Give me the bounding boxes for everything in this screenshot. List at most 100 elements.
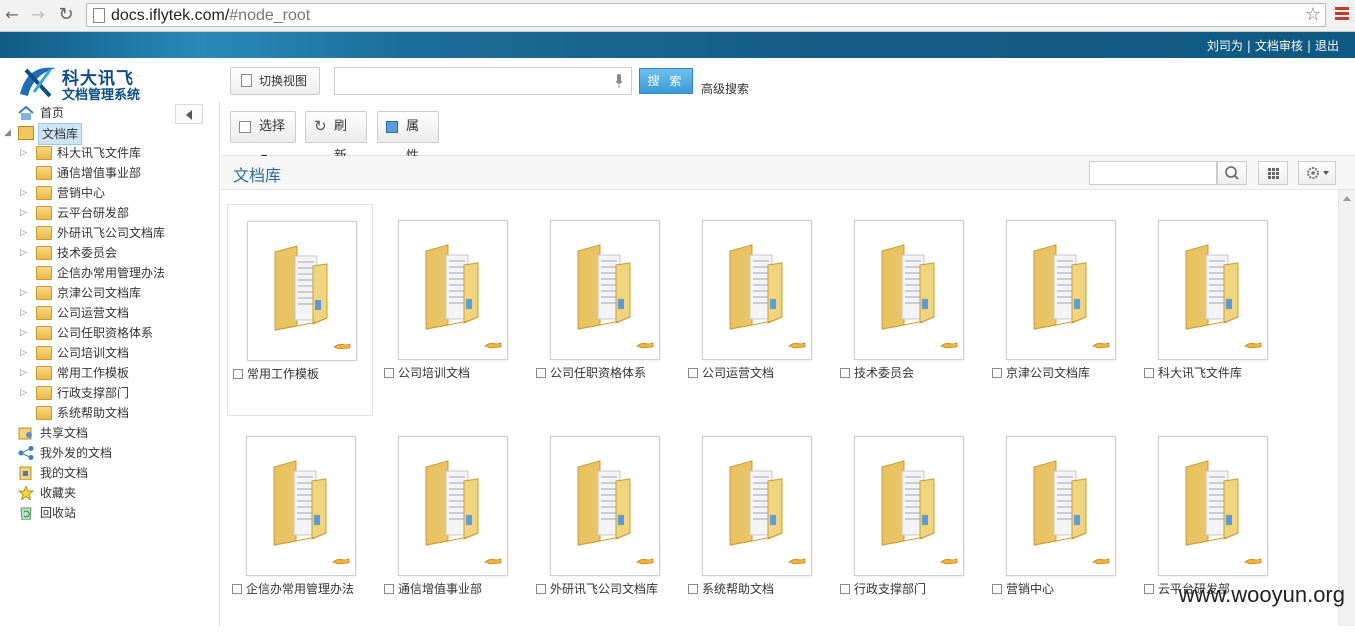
properties-button[interactable]: 属性 <box>377 111 439 164</box>
folder-thumbnail[interactable] <box>1006 220 1116 360</box>
tile-checkbox[interactable] <box>992 368 1002 378</box>
folder-tile[interactable]: 常用工作模板 <box>227 204 373 416</box>
sidebar-item-favorites[interactable]: 收藏夹 <box>18 483 168 503</box>
folder-thumbnail[interactable] <box>398 220 508 360</box>
folder-tile[interactable]: 企信办常用管理办法 <box>227 420 373 632</box>
tree-folder-item[interactable]: 企信办常用管理办法 <box>20 263 210 283</box>
folder-tile[interactable]: 外研讯飞公司文档库 <box>531 420 677 632</box>
folder-name[interactable]: 公司培训文档 <box>398 366 470 380</box>
select-dropdown-button[interactable]: 选择 ▼ <box>230 111 296 162</box>
grid-view-button[interactable] <box>1258 161 1288 185</box>
bookmark-star-icon[interactable]: ☆ <box>1305 5 1321 25</box>
filter-input[interactable] <box>1089 161 1217 185</box>
tile-checkbox[interactable] <box>688 368 698 378</box>
folder-thumbnail[interactable] <box>854 220 964 360</box>
back-icon[interactable]: ← <box>2 5 22 25</box>
search-button[interactable]: 搜 索 <box>639 68 693 94</box>
folder-name[interactable]: 京津公司文档库 <box>1006 366 1090 380</box>
folder-tile[interactable]: 科大讯飞文件库 <box>1139 204 1285 416</box>
tile-checkbox[interactable] <box>384 368 394 378</box>
user-name-link[interactable]: 刘司为 <box>1207 39 1243 53</box>
tree-folder-item[interactable]: ▷ 外研讯飞公司文档库 <box>20 223 210 243</box>
expand-arrow-icon[interactable]: ▷ <box>20 183 30 203</box>
tile-checkbox[interactable] <box>536 368 546 378</box>
tree-folder-item[interactable]: ▷ 行政支撑部门 <box>20 383 210 403</box>
expand-arrow-icon[interactable]: ▷ <box>20 283 30 303</box>
sidebar-item-shared[interactable]: 共享文档 <box>18 423 168 443</box>
folder-tile[interactable]: 行政支撑部门 <box>835 420 981 632</box>
sidebar-item-home[interactable]: 首页 <box>18 103 168 123</box>
tree-folder-item[interactable]: ▷ 公司运营文档 <box>20 303 210 323</box>
vertical-scrollbar[interactable] <box>1338 190 1355 626</box>
tree-folder-item[interactable]: ▷ 营销中心 <box>20 183 210 203</box>
folder-name[interactable]: 行政支撑部门 <box>854 582 926 596</box>
folder-thumbnail[interactable] <box>1158 436 1268 576</box>
collapse-sidebar-button[interactable] <box>175 104 203 124</box>
folder-name[interactable]: 公司任职资格体系 <box>550 366 646 380</box>
folder-name[interactable]: 常用工作模板 <box>247 367 319 381</box>
expand-arrow-icon[interactable]: ▷ <box>20 143 30 163</box>
expand-arrow-icon[interactable]: ▷ <box>20 323 30 343</box>
expand-arrow-icon[interactable]: ▷ <box>20 363 30 383</box>
folder-name[interactable]: 公司运营文档 <box>702 366 774 380</box>
folder-tile[interactable]: 京津公司文档库 <box>987 204 1133 416</box>
expand-arrow-icon[interactable]: ▷ <box>20 303 30 323</box>
tree-folder-item[interactable]: ▷ 科大讯飞文件库 <box>20 143 210 163</box>
logout-link[interactable]: 退出 <box>1315 39 1339 53</box>
tile-checkbox[interactable] <box>840 368 850 378</box>
tree-folder-item[interactable]: ▷ 技术委员会 <box>20 243 210 263</box>
reload-icon[interactable]: ↻ <box>56 5 76 25</box>
folder-tile[interactable]: 公司培训文档 <box>379 204 525 416</box>
folder-thumbnail[interactable] <box>702 220 812 360</box>
folder-thumbnail[interactable] <box>398 436 508 576</box>
tile-checkbox[interactable] <box>233 369 243 379</box>
expand-arrow-icon[interactable]: ▷ <box>20 243 30 263</box>
folder-tile[interactable]: 公司运营文档 <box>683 204 829 416</box>
tree-folder-item[interactable]: ▷ 云平台研发部 <box>20 203 210 223</box>
forward-icon[interactable]: → <box>28 5 48 25</box>
expand-arrow-icon[interactable]: ▷ <box>20 203 30 223</box>
tile-checkbox[interactable] <box>536 584 546 594</box>
folder-thumbnail[interactable] <box>550 220 660 360</box>
folder-thumbnail[interactable] <box>247 221 357 361</box>
expand-arrow-icon[interactable]: ▷ <box>20 383 30 403</box>
tree-folder-item[interactable]: 系统帮助文档 <box>20 403 210 423</box>
settings-dropdown-button[interactable] <box>1298 161 1336 185</box>
folder-name[interactable]: 营销中心 <box>1006 582 1054 596</box>
expand-arrow-icon[interactable]: ▷ <box>20 343 30 363</box>
folder-thumbnail[interactable] <box>550 436 660 576</box>
microphone-icon[interactable] <box>615 74 623 88</box>
collapse-arrow-icon[interactable]: ◢ <box>4 123 14 143</box>
folder-tile[interactable]: 系统帮助文档 <box>683 420 829 632</box>
tile-checkbox[interactable] <box>688 584 698 594</box>
tile-checkbox[interactable] <box>384 584 394 594</box>
search-input[interactable] <box>334 67 632 95</box>
tile-checkbox[interactable] <box>1144 584 1154 594</box>
folder-thumbnail[interactable] <box>1158 220 1268 360</box>
folder-name[interactable]: 企信办常用管理办法 <box>246 582 354 596</box>
tile-checkbox[interactable] <box>840 584 850 594</box>
expand-arrow-icon[interactable]: ▷ <box>20 223 30 243</box>
folder-tile[interactable]: 技术委员会 <box>835 204 981 416</box>
tree-folder-item[interactable]: 通信增值事业部 <box>20 163 210 183</box>
tile-checkbox[interactable] <box>992 584 1002 594</box>
folder-name[interactable]: 科大讯飞文件库 <box>1158 366 1242 380</box>
folder-tile[interactable]: 通信增值事业部 <box>379 420 525 632</box>
tree-folder-item[interactable]: ▷ 公司任职资格体系 <box>20 323 210 343</box>
sidebar-item-mine[interactable]: 我的文档 <box>18 463 168 483</box>
folder-name[interactable]: 通信增值事业部 <box>398 582 482 596</box>
doc-review-link[interactable]: 文档审核 <box>1255 39 1303 53</box>
sidebar-item-library[interactable]: ◢ 文档库 <box>4 123 184 145</box>
folder-thumbnail[interactable] <box>1006 436 1116 576</box>
folder-tile[interactable]: 营销中心 <box>987 420 1133 632</box>
switch-view-button[interactable]: 切换视图 <box>230 67 320 95</box>
tree-folder-item[interactable]: ▷ 公司培训文档 <box>20 343 210 363</box>
advanced-search-link[interactable]: 高级搜索 <box>701 80 749 97</box>
tile-checkbox[interactable] <box>1144 368 1154 378</box>
tree-folder-item[interactable]: ▷ 常用工作模板 <box>20 363 210 383</box>
refresh-button[interactable]: ↻ 刷新 <box>305 111 367 164</box>
folder-name[interactable]: 外研讯飞公司文档库 <box>550 582 658 596</box>
folder-thumbnail[interactable] <box>702 436 812 576</box>
folder-thumbnail[interactable] <box>854 436 964 576</box>
tree-folder-item[interactable]: ▷ 京津公司文档库 <box>20 283 210 303</box>
